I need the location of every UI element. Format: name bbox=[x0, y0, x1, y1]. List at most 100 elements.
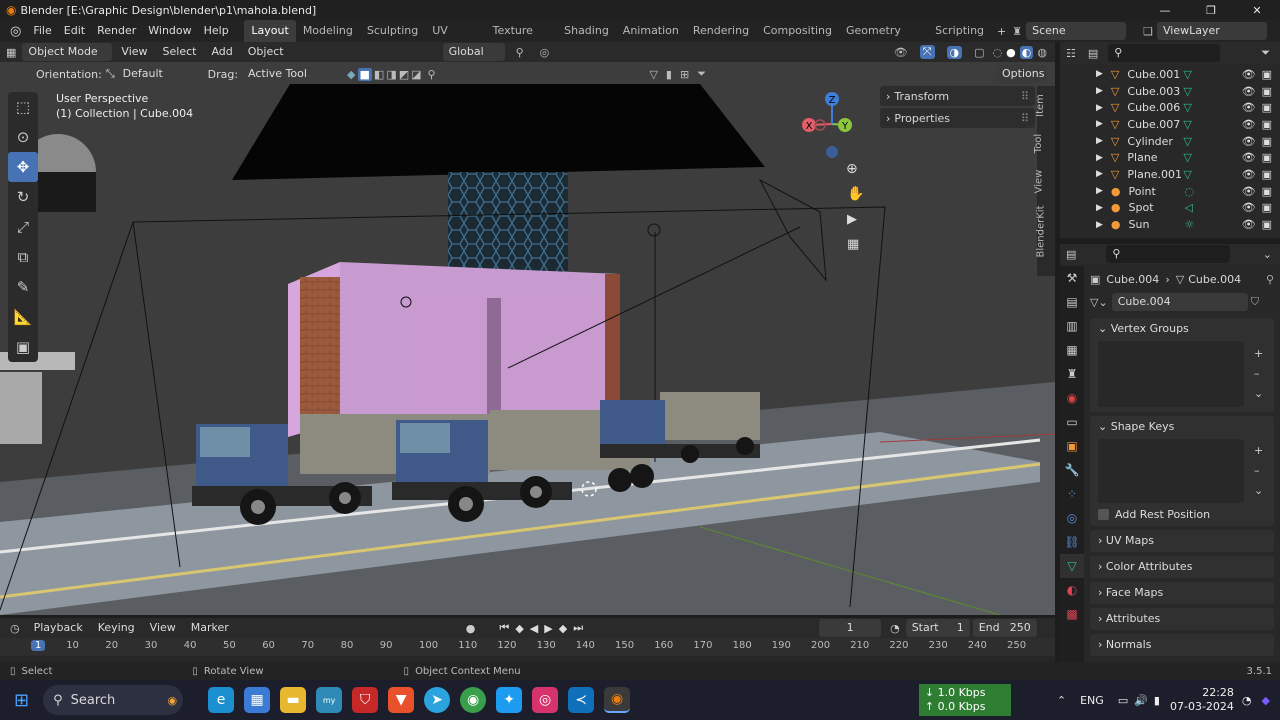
pin-icon[interactable]: ⚲ bbox=[1266, 273, 1274, 286]
overlay-toggle-icon[interactable]: ◑ bbox=[946, 45, 963, 59]
eye-icon[interactable]: 👁 bbox=[1242, 168, 1256, 181]
measure-tool-icon[interactable]: 📐 bbox=[8, 302, 38, 332]
start-frame-field[interactable]: Start 1 bbox=[905, 619, 970, 637]
battery-icon[interactable]: ▮ bbox=[1154, 694, 1160, 707]
tab-shading[interactable]: Shading bbox=[557, 20, 616, 42]
eye-icon[interactable]: 👁 bbox=[1242, 101, 1256, 114]
texture-tab-icon[interactable]: ▩ bbox=[1060, 602, 1084, 626]
bookmark-icon[interactable]: ▮ bbox=[666, 68, 672, 81]
jump-keyframe-forward-icon[interactable]: ◆ bbox=[559, 622, 567, 635]
vertex-groups-list[interactable] bbox=[1098, 341, 1244, 407]
material-tab-icon[interactable]: ◐ bbox=[1060, 578, 1084, 602]
viewport-menu-add[interactable]: Add bbox=[205, 43, 238, 61]
record-icon[interactable]: ● bbox=[466, 622, 476, 635]
expand-arrow-icon[interactable]: ▶ bbox=[1096, 186, 1103, 196]
viewport-menu-view[interactable]: View bbox=[115, 43, 153, 61]
timeline-ruler[interactable]: 1 10 20 30 40 50 60 70 80 90 100 110 120 130 140 150 160… bbox=[0, 638, 1055, 656]
tab-sculpting[interactable]: Sculpting bbox=[360, 20, 425, 42]
object-tab-icon[interactable]: ▣ bbox=[1060, 434, 1084, 458]
outliner-row[interactable]: ▶ ▽ Cylinder ▽ 👁 ▣ bbox=[1060, 133, 1280, 150]
transform-tool-icon[interactable]: ⧉ bbox=[8, 242, 38, 272]
drag-selector[interactable]: Active Tool bbox=[242, 65, 314, 83]
select-box-icon[interactable]: ■ bbox=[357, 67, 372, 81]
gizmo-negative-y[interactable] bbox=[826, 146, 838, 158]
eye-icon[interactable]: 👁 bbox=[1242, 135, 1256, 148]
tab-rendering[interactable]: Rendering bbox=[686, 20, 756, 42]
volume-icon[interactable]: 🔊 bbox=[1134, 694, 1148, 707]
add-workspace-icon[interactable]: + bbox=[991, 25, 1012, 38]
tab-animation[interactable]: Animation bbox=[616, 20, 686, 42]
outliner-row[interactable]: ▶ ▽ Cube.007 ▽ 👁 ▣ bbox=[1060, 116, 1280, 133]
orientation-selector[interactable]: Default bbox=[117, 65, 197, 83]
tool-tab-icon[interactable]: ⚒ bbox=[1060, 266, 1084, 290]
viewport-menu-select[interactable]: Select bbox=[157, 43, 203, 61]
select-subtract-icon[interactable]: ◨ bbox=[386, 68, 396, 81]
microsoft-store-icon[interactable]: ▦ bbox=[244, 687, 271, 713]
camera-render-icon[interactable]: ▣ bbox=[1262, 185, 1272, 198]
move-tool-icon[interactable]: ✥ bbox=[8, 152, 38, 182]
menu-file[interactable]: File bbox=[27, 20, 57, 42]
windows-start-icon[interactable]: ⊞ bbox=[14, 690, 29, 711]
tab-texture-paint[interactable]: Texture Paint bbox=[486, 20, 557, 59]
tray-expand-icon[interactable]: ⌃ bbox=[1057, 694, 1066, 707]
mysql-workbench-icon[interactable]: my bbox=[316, 687, 343, 713]
tab-geometry-nodes[interactable]: Geometry Nodes bbox=[839, 20, 928, 59]
twitter-icon[interactable]: ✦ bbox=[496, 687, 523, 713]
expand-arrow-icon[interactable]: ▶ bbox=[1096, 69, 1103, 79]
add-shape-key-icon[interactable]: + bbox=[1254, 441, 1263, 461]
timeline-menu-marker[interactable]: Marker bbox=[185, 619, 235, 637]
blender-menu-icon[interactable]: ◎ bbox=[0, 24, 27, 39]
expand-arrow-icon[interactable]: ▶ bbox=[1096, 136, 1103, 146]
camera-render-icon[interactable]: ▣ bbox=[1262, 218, 1272, 231]
tab-scripting[interactable]: Scripting bbox=[928, 20, 991, 42]
tab-tool[interactable]: Tool bbox=[1033, 134, 1044, 153]
add-rest-position-checkbox[interactable] bbox=[1098, 508, 1109, 520]
eye-icon[interactable]: 👁 bbox=[1242, 68, 1256, 81]
attributes-panel[interactable]: › Attributes bbox=[1090, 608, 1274, 630]
perspective-grid-icon[interactable]: ▦ bbox=[847, 237, 859, 252]
shading-ball-icon[interactable]: ◆ bbox=[347, 68, 355, 81]
physics-tab-icon[interactable]: ◎ bbox=[1060, 506, 1084, 530]
shape-key-menu-icon[interactable]: ⌄ bbox=[1254, 481, 1263, 501]
tab-layout[interactable]: Layout bbox=[244, 20, 296, 42]
world-tab-icon[interactable]: ◉ bbox=[1060, 386, 1084, 410]
scene-tab-icon[interactable]: ♜ bbox=[1060, 362, 1084, 386]
shading-wireframe-icon[interactable]: ◌ bbox=[993, 46, 1003, 59]
render-tab-icon[interactable]: ▤ bbox=[1060, 290, 1084, 314]
drag-handle-icon[interactable]: ⠿ bbox=[1021, 90, 1029, 103]
outliner-row[interactable]: ▶ ▽ Cube.006 ▽ 👁 ▣ bbox=[1060, 99, 1280, 116]
tab-view[interactable]: View bbox=[1033, 170, 1044, 194]
properties-options-icon[interactable]: ⌄ bbox=[1263, 248, 1272, 261]
outliner-row[interactable]: ▶ ▽ Plane.001 ▽ 👁 ▣ bbox=[1060, 166, 1280, 183]
expand-arrow-icon[interactable]: ▶ bbox=[1096, 86, 1103, 96]
mode-selector[interactable]: Object Mode bbox=[22, 43, 113, 61]
current-frame-field[interactable]: 1 bbox=[819, 619, 882, 637]
notification-icon[interactable]: ◔ bbox=[1242, 694, 1252, 707]
outliner-row[interactable]: ▶ ▽ Cube.003 ▽ 👁 ▣ bbox=[1060, 83, 1280, 100]
uv-maps-panel[interactable]: › UV Maps bbox=[1090, 530, 1274, 552]
mesh-name-field[interactable]: Cube.004 bbox=[1111, 293, 1248, 311]
shading-solid-icon[interactable]: ● bbox=[1006, 46, 1016, 59]
close-button[interactable]: ✕ bbox=[1234, 4, 1280, 17]
brave-browser-icon[interactable]: ▼ bbox=[388, 687, 415, 713]
cursor-tool-icon[interactable]: ⊙ bbox=[8, 122, 38, 152]
outliner-filter-icon[interactable]: ⏷ bbox=[1261, 46, 1270, 60]
jump-end-icon[interactable]: ⏭ bbox=[573, 621, 583, 635]
camera-render-icon[interactable]: ▣ bbox=[1262, 168, 1272, 181]
properties-editor-icon[interactable]: ▤ bbox=[1066, 248, 1076, 261]
view-layer-tab-icon[interactable]: ▦ bbox=[1060, 338, 1084, 362]
eye-icon[interactable]: 👁 bbox=[1242, 151, 1256, 164]
vertex-group-menu-icon[interactable]: ⌄ bbox=[1254, 384, 1263, 404]
vertex-groups-header[interactable]: ⌄ Vertex Groups bbox=[1090, 318, 1274, 340]
3d-viewport[interactable]: X Y Z User Perspective (1) Collection | … bbox=[0, 62, 1055, 615]
vscode-icon[interactable]: ≺ bbox=[568, 687, 595, 713]
data-tab-icon[interactable]: ▽ bbox=[1060, 554, 1084, 578]
viewport-search-icon[interactable]: ⚲ bbox=[428, 68, 436, 81]
scene-selector[interactable]: Scene bbox=[1026, 22, 1127, 40]
options-button[interactable]: Options bbox=[996, 65, 1046, 83]
telegram-icon[interactable]: ➤ bbox=[424, 687, 451, 713]
jump-start-icon[interactable]: ⏮ bbox=[499, 621, 509, 635]
expand-arrow-icon[interactable]: ▶ bbox=[1096, 103, 1103, 113]
gizmo-toggle-icon[interactable]: ⤧ bbox=[919, 45, 935, 59]
select-extend-icon[interactable]: ◧ bbox=[374, 68, 384, 81]
